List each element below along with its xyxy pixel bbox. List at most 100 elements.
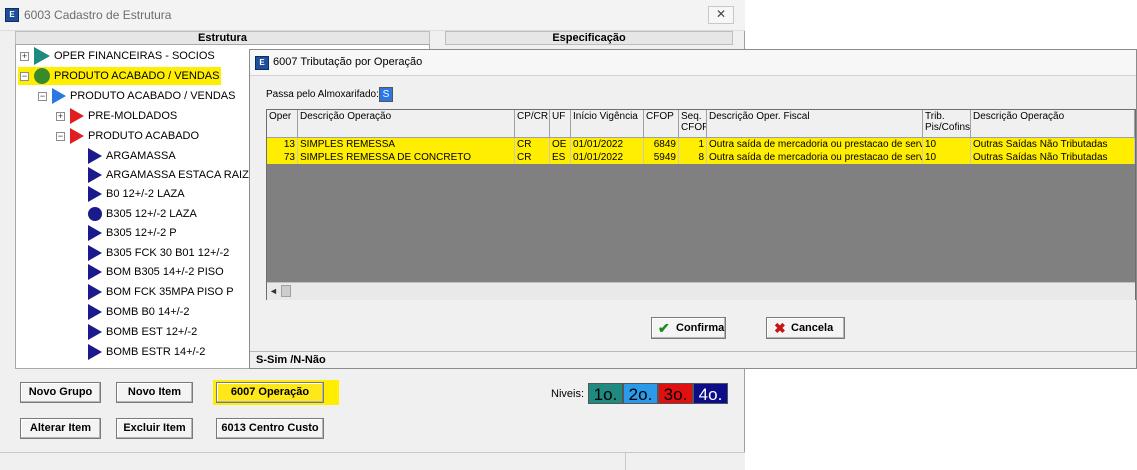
navy-triangle-icon: [88, 284, 102, 300]
cell-descricao: SIMPLES REMESSA DE CONCRETO: [298, 151, 515, 164]
novo-item-button[interactable]: Novo Item: [116, 382, 193, 403]
app-icon: E: [255, 56, 269, 70]
tree-node-label: OPER FINANCEIRAS - SOCIOS: [54, 50, 215, 62]
cell-seq: 1: [679, 138, 707, 151]
column-header[interactable]: Oper: [267, 110, 298, 138]
column-header[interactable]: Início Vigência: [571, 110, 644, 138]
cell-inicio: 01/01/2022: [571, 151, 644, 164]
blue-triangle-icon: [52, 88, 66, 104]
cell-seq: 8: [679, 151, 707, 164]
cell-uf: OE: [550, 138, 571, 151]
tree-node-label: B0 12+/-2 LAZA: [106, 188, 185, 200]
cancela-button[interactable]: ✖ Cancela: [766, 317, 845, 339]
navy-triangle-icon: [88, 324, 102, 340]
cancela-label: Cancela: [791, 322, 834, 334]
column-header-estrutura: Estrutura: [15, 31, 430, 45]
excluir-item-button[interactable]: Excluir Item: [116, 418, 193, 439]
expand-icon[interactable]: +: [20, 52, 29, 61]
navy-circle-icon: [88, 207, 102, 221]
navy-triangle-icon: [88, 264, 102, 280]
cell-cpcr: CR: [515, 151, 550, 164]
cell-oper: 73: [267, 151, 298, 164]
tree-node-label: BOM FCK 35MPA PISO P: [106, 286, 234, 298]
red-triangle-icon: [70, 108, 84, 124]
alterar-item-button[interactable]: Alterar Item: [20, 418, 101, 439]
level-3-badge: 3o.: [658, 383, 693, 404]
cell-inicio: 01/01/2022: [571, 138, 644, 151]
cell-cfop: 6849: [644, 138, 679, 151]
cell-desc-operacao: Outras Saídas Não Tributadas: [971, 138, 1135, 151]
window-title: 6003 Cadastro de Estrutura: [24, 8, 172, 22]
novo-grupo-button[interactable]: Novo Grupo: [20, 382, 101, 403]
red-triangle-icon: [70, 128, 84, 144]
tree-node-label: B305 FCK 30 B01 12+/-2: [106, 247, 230, 259]
tree-node-label: BOM B305 14+/-2 PISO: [106, 266, 224, 278]
collapse-icon[interactable]: −: [20, 72, 29, 81]
almoxarifado-field[interactable]: S: [379, 87, 393, 102]
navy-triangle-icon: [88, 245, 102, 261]
expand-icon[interactable]: +: [56, 112, 65, 121]
column-header[interactable]: UF: [550, 110, 571, 138]
tree-node-label: PRODUTO ACABADO: [88, 130, 200, 142]
status-bar: [0, 452, 745, 470]
navy-triangle-icon: [88, 225, 102, 241]
tree-node-produto-acabado-vendas[interactable]: − PRODUTO ACABADO / VENDAS: [18, 67, 221, 85]
cell-trib: 10: [923, 138, 971, 151]
app-icon: E: [5, 8, 19, 22]
collapse-icon[interactable]: −: [56, 132, 65, 141]
confirma-label: Confirma: [676, 322, 725, 334]
column-header[interactable]: Descrição Operação: [298, 110, 515, 138]
operacao-6007-button[interactable]: 6007 Operação: [216, 382, 324, 403]
dialog-status-bar: S-Sim /N-Não: [250, 351, 1136, 368]
column-header[interactable]: Seq. CFOP: [679, 110, 707, 138]
column-header-especificacao: Especificação: [445, 31, 733, 45]
tree-node-label: BOMB ESTR 14+/-2: [106, 346, 206, 358]
cell-trib: 10: [923, 151, 971, 164]
check-icon: ✔: [658, 320, 670, 336]
level-4-badge: 4o.: [693, 383, 728, 404]
dialog-title-bar: E 6007 Tributação por Operação: [250, 50, 1136, 76]
table-row[interactable]: 73 SIMPLES REMESSA DE CONCRETO CR ES 01/…: [267, 151, 1135, 164]
column-header[interactable]: CFOP: [644, 110, 679, 138]
collapse-icon[interactable]: −: [38, 92, 47, 101]
centro-custo-6013-button[interactable]: 6013 Centro Custo: [216, 418, 324, 439]
scroll-left-icon[interactable]: ◄: [269, 286, 278, 296]
confirma-button[interactable]: ✔ Confirma: [651, 317, 726, 339]
tree-node-label: B305 12+/-2 LAZA: [106, 208, 197, 220]
column-header[interactable]: Trib. Pis/Cofins: [923, 110, 971, 138]
navy-triangle-icon: [88, 304, 102, 320]
tree-node-label: BOMB B0 14+/-2: [106, 306, 190, 318]
navy-triangle-icon: [88, 344, 102, 360]
column-header[interactable]: Descrição Oper. Fiscal: [707, 110, 923, 138]
level-1-badge: 1o.: [588, 383, 623, 404]
dialog-title: 6007 Tributação por Operação: [273, 56, 423, 68]
column-header[interactable]: CP/CR: [515, 110, 550, 138]
cell-descricao: SIMPLES REMESSA: [298, 138, 515, 151]
cell-desc-operacao: Outras Saídas Não Tributadas: [971, 151, 1135, 164]
tree-node-label: BOMB EST 12+/-2: [106, 326, 198, 338]
teal-triangle-icon: [34, 47, 50, 65]
scroll-thumb[interactable]: [281, 285, 291, 297]
tributacao-dialog: E 6007 Tributação por Operação Passa pel…: [249, 49, 1137, 369]
tree-node-label: ARGAMASSA ESTACA RAIZ: [106, 169, 249, 181]
tree-node-label: PRE-MOLDADOS: [88, 110, 178, 122]
navy-triangle-icon: [88, 148, 102, 164]
column-header[interactable]: Descrição Operação: [971, 110, 1135, 138]
tree-node-label: ARGAMASSA: [106, 150, 176, 162]
horizontal-scrollbar[interactable]: ◄: [267, 282, 1135, 300]
title-bar: E 6003 Cadastro de Estrutura ✕: [0, 0, 745, 31]
navy-triangle-icon: [88, 186, 102, 202]
navy-triangle-icon: [88, 167, 102, 183]
cell-oper: 13: [267, 138, 298, 151]
x-icon: ✖: [774, 320, 786, 336]
cell-uf: ES: [550, 151, 571, 164]
almoxarifado-label: Passa pelo Almoxarifado:: [266, 89, 379, 100]
close-button[interactable]: ✕: [708, 6, 734, 24]
cell-desc-fiscal: Outra saída de mercadoria ou prestacao d…: [707, 138, 923, 151]
level-2-badge: 2o.: [623, 383, 658, 404]
operations-grid[interactable]: Oper Descrição Operação CP/CR UF Início …: [266, 109, 1136, 300]
status-divider: [625, 453, 626, 470]
table-row[interactable]: 13 SIMPLES REMESSA CR OE 01/01/2022 6849…: [267, 138, 1135, 151]
tree-node-label: B305 12+/-2 P: [106, 227, 177, 239]
green-circle-icon: [34, 68, 50, 84]
